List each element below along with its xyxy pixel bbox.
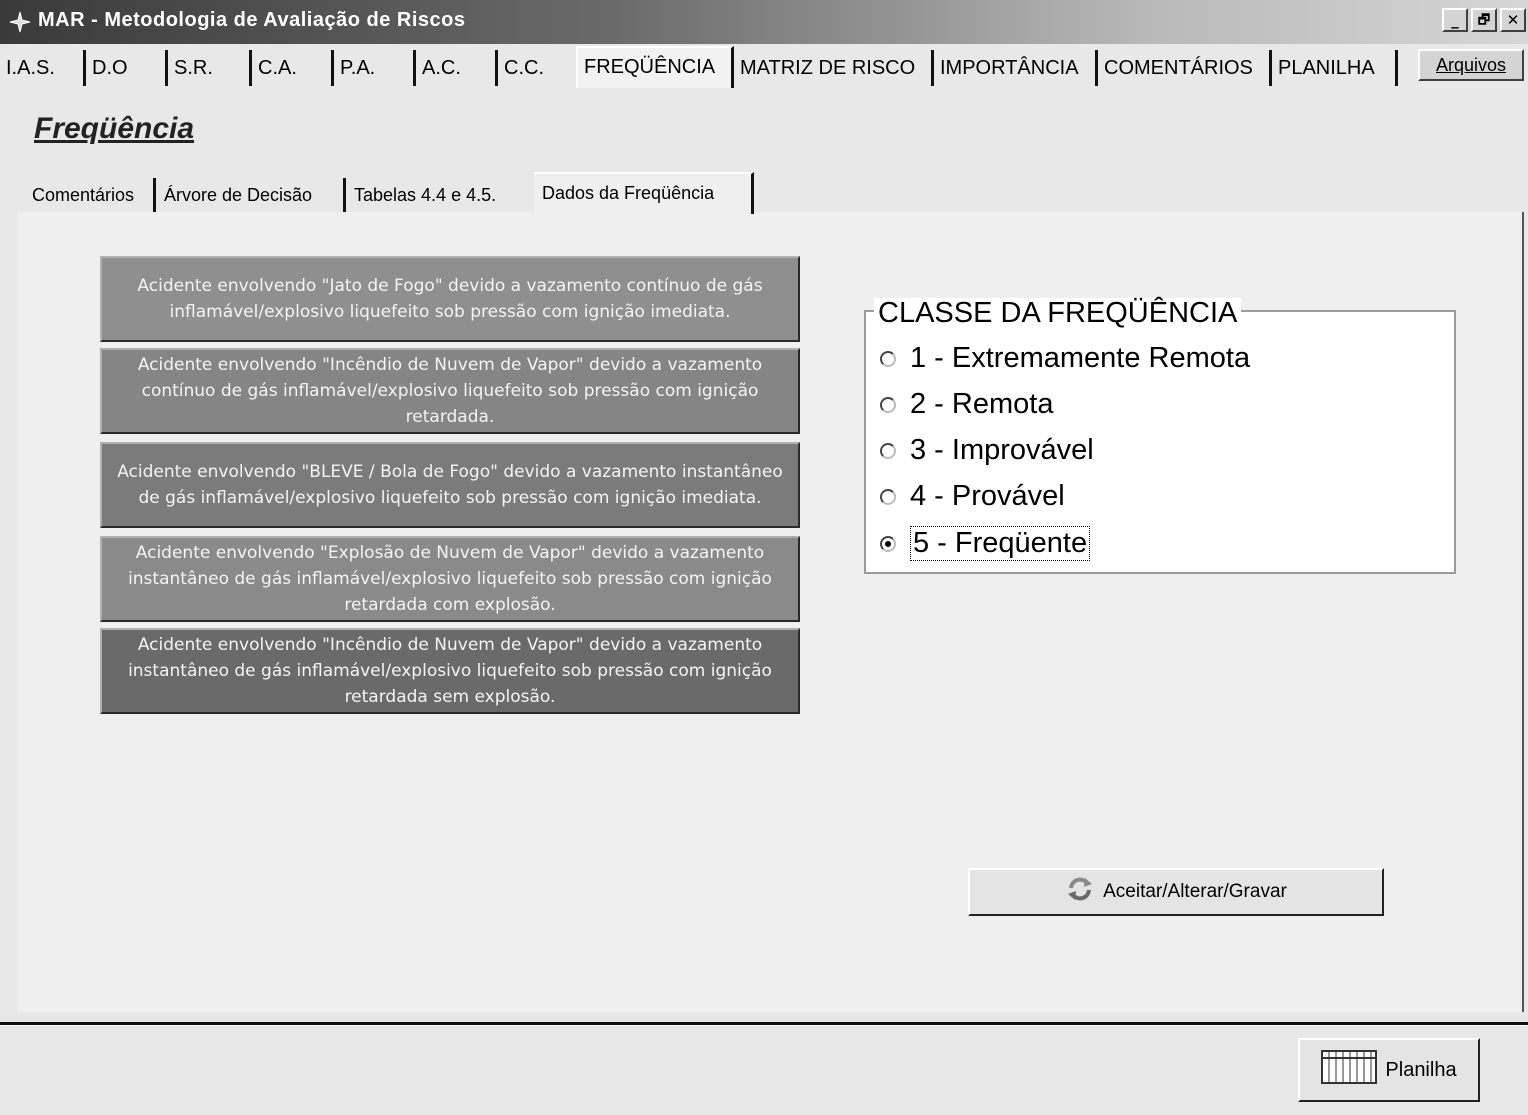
subtab-arvore-de-decisao[interactable]: Árvore de Decisão (156, 178, 346, 212)
app-icon[interactable] (8, 10, 32, 34)
arquivos-button[interactable]: Arquivos (1418, 49, 1524, 81)
frequency-option-2[interactable]: 2 - Remota (880, 388, 1053, 421)
maximize-button[interactable]: 🗗 (1471, 8, 1497, 32)
tab-frequencia[interactable]: FREQÜÊNCIA (576, 46, 734, 88)
accept-button-label: Aceitar/Alterar/Gravar (1103, 881, 1287, 902)
minimize-button[interactable]: _ (1442, 8, 1468, 32)
close-button[interactable]: ✕ (1500, 8, 1526, 32)
accident-scenario-text: Acidente envolvendo "Jato de Fogo" devid… (137, 276, 763, 322)
subtab-dados-da-frequencia[interactable]: Dados da Freqüência (534, 172, 754, 214)
accident-scenario-text: Acidente envolvendo "Explosão de Nuvem d… (128, 543, 772, 615)
window-controls: _ 🗗 ✕ (1442, 8, 1526, 32)
title-bar: MAR - Metodologia de Avaliação de Riscos… (0, 0, 1528, 44)
frequency-option-3[interactable]: 3 - Improvável (880, 434, 1094, 467)
tab-ac[interactable]: A.C. (416, 50, 498, 86)
planilha-button[interactable]: Planilha (1298, 1038, 1480, 1102)
page-title: Freqüência (34, 112, 195, 145)
subtab-tabelas[interactable]: Tabelas 4.4 e 4.5. (346, 178, 534, 212)
tab-importancia[interactable]: IMPORTÂNCIA (934, 50, 1098, 86)
tab-comentarios[interactable]: COMENTÁRIOS (1098, 50, 1272, 86)
frequency-class-group: CLASSE DA FREQÜÊNCIA 1 - Extremamente Re… (864, 298, 1456, 574)
planilha-button-label: Planilha (1385, 1058, 1457, 1081)
frequency-option-label: 3 - Improvável (910, 434, 1094, 466)
frequency-option-label: 2 - Remota (910, 388, 1054, 420)
accept-alter-save-button[interactable]: Aceitar/Alterar/Gravar (968, 868, 1384, 916)
tab-pa[interactable]: P.A. (334, 50, 416, 86)
window-title: MAR - Metodologia de Avaliação de Riscos (38, 9, 466, 31)
refresh-icon (1065, 876, 1103, 908)
frequency-option-label: 4 - Provável (910, 480, 1065, 512)
tab-do[interactable]: D.O (86, 50, 168, 86)
tab-planilha[interactable]: PLANILHA (1272, 50, 1398, 86)
radio-icon[interactable] (880, 535, 896, 552)
tab-matriz-de-risco[interactable]: MATRIZ DE RISCO (734, 50, 934, 86)
frequency-class-legend: CLASSE DA FREQÜÊNCIA (874, 298, 1242, 328)
close-icon: ✕ (1506, 10, 1520, 29)
radio-icon[interactable] (880, 350, 896, 367)
accident-scenario-text: Acidente envolvendo "Incêndio de Nuvem d… (137, 355, 763, 427)
frequency-option-4[interactable]: 4 - Provável (880, 480, 1065, 513)
tab-cc[interactable]: C.C. (498, 50, 576, 86)
accident-scenario-button[interactable]: Acidente envolvendo "Incêndio de Nuvem d… (100, 348, 800, 434)
frequency-option-5[interactable]: 5 - Freqüente (880, 526, 1091, 561)
frequency-option-label: 1 - Extremamente Remota (910, 342, 1251, 374)
divider (0, 1022, 1528, 1026)
accident-scenario-text: Acidente envolvendo "Incêndio de Nuvem d… (128, 635, 772, 707)
tab-ias[interactable]: I.A.S. (0, 50, 86, 86)
accident-scenario-text: Acidente envolvendo "BLEVE / Bola de Fog… (117, 462, 783, 508)
minimize-icon: _ (1451, 10, 1459, 29)
accident-scenario-button[interactable]: Acidente envolvendo "Incêndio de Nuvem d… (100, 628, 800, 714)
tab-ca[interactable]: C.A. (252, 50, 334, 86)
maximize-icon: 🗗 (1477, 12, 1491, 28)
accident-scenario-button[interactable]: Acidente envolvendo "Jato de Fogo" devid… (100, 256, 800, 342)
subtab-comentarios[interactable]: Comentários (24, 178, 156, 212)
spreadsheet-icon (1321, 1050, 1385, 1090)
accident-scenario-button[interactable]: Acidente envolvendo "Explosão de Nuvem d… (100, 536, 800, 622)
main-tab-bar: I.A.S. D.O S.R. C.A. P.A. A.C. C.C. FREQ… (0, 46, 1528, 88)
frequency-option-1[interactable]: 1 - Extremamente Remota (880, 342, 1250, 375)
sub-tab-bar: Comentários Árvore de Decisão Tabelas 4.… (24, 172, 784, 214)
accident-scenario-button[interactable]: Acidente envolvendo "BLEVE / Bola de Fog… (100, 442, 800, 528)
radio-icon[interactable] (880, 488, 896, 505)
tab-sr[interactable]: S.R. (168, 50, 252, 86)
frequency-option-label: 5 - Freqüente (910, 526, 1091, 561)
radio-icon[interactable] (880, 396, 896, 413)
radio-icon[interactable] (880, 442, 896, 459)
